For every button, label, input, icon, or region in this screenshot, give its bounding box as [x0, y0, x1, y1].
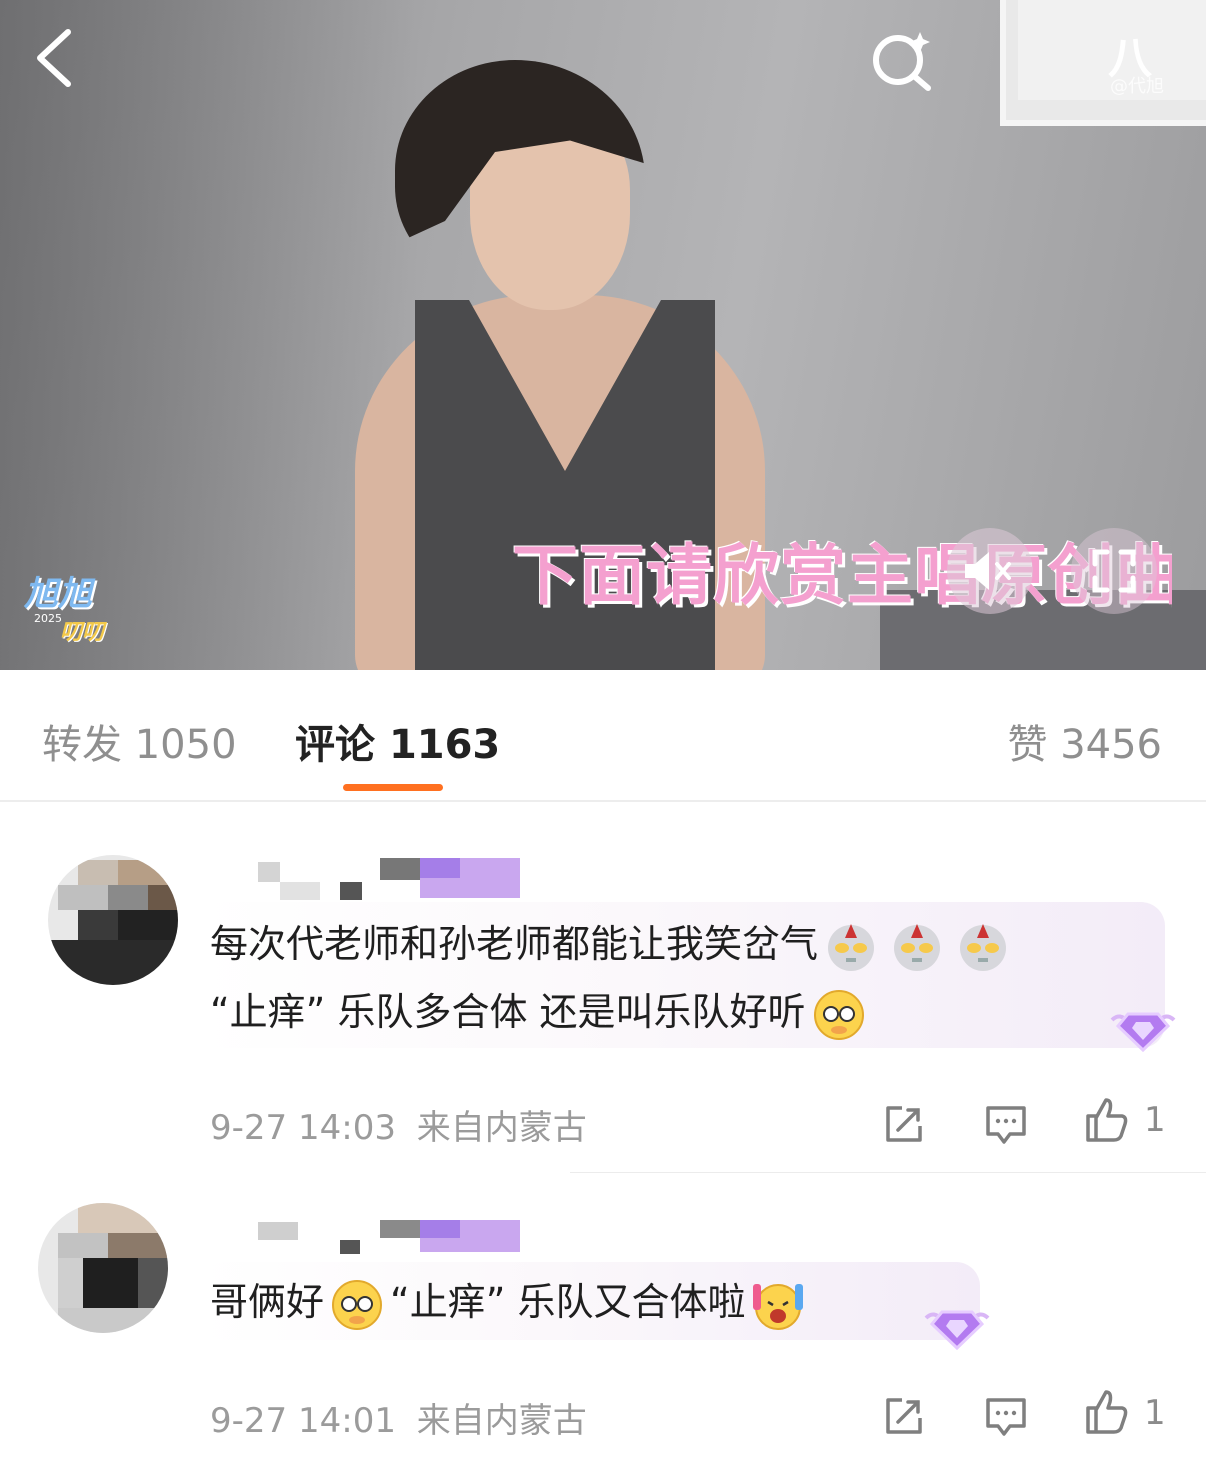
avatar-pixel [108, 885, 148, 910]
back-button[interactable] [30, 28, 80, 88]
ultraman-emoji [894, 923, 941, 971]
tab-comments-label: 评论 [295, 722, 375, 768]
tab-bar: 转发 1050 评论 1163 赞 3456 [0, 670, 1206, 802]
logo-line1: 旭旭 [24, 574, 92, 614]
reply-button[interactable] [982, 1100, 1030, 1148]
cheer-emoji [753, 1283, 804, 1330]
tab-repost-label: 转发 [42, 722, 122, 768]
comment-meta: 9-27 14:01 来自内蒙古 [210, 1393, 587, 1442]
comment-time: 9-27 14:03 [210, 1108, 396, 1148]
shy-emoji [813, 989, 864, 1040]
search-icon [873, 32, 931, 91]
comment-meta: 9-27 14:03 来自内蒙古 [210, 1100, 587, 1149]
mute-button[interactable] [947, 528, 1033, 614]
video-watermark: @代旭 [1110, 76, 1164, 97]
avatar-pixel [118, 860, 178, 885]
avatar-pixel [48, 940, 178, 985]
gem-badge-icon[interactable] [922, 1298, 992, 1354]
fullscreen-icon [1092, 549, 1136, 593]
comment-text: 每次代老师和孙老师都能让我笑岔气 “止痒” 乐队多合体 还是叫乐队好听 [210, 910, 1016, 1046]
active-tab-indicator [343, 784, 443, 791]
tab-likes-count: 3456 [1060, 722, 1162, 768]
avatar[interactable] [48, 855, 178, 985]
reply-button[interactable] [982, 1392, 1030, 1440]
share-button[interactable] [880, 1100, 928, 1148]
shy-emoji [332, 1279, 383, 1330]
tab-comments-count: 1163 [388, 722, 501, 768]
channel-logo: 旭旭 2025 叨叨 [22, 566, 142, 652]
avatar-pixel [118, 910, 178, 940]
comment-line: 还是叫乐队好听 [539, 990, 806, 1034]
comment-location: 来自内蒙古 [416, 1108, 587, 1148]
fullscreen-button[interactable] [1071, 528, 1157, 614]
avatar-pixel [78, 910, 118, 940]
like-button[interactable] [1082, 1096, 1130, 1144]
tab-repost-count: 1050 [134, 722, 237, 768]
logo-line3: 叨叨 [60, 620, 105, 645]
comment-line: 哥俩好 [210, 1280, 325, 1324]
username-redacted[interactable] [258, 1218, 523, 1262]
like-button[interactable] [1082, 1388, 1130, 1436]
ultraman-emoji [960, 923, 1007, 971]
logo-line2: 2025 [34, 612, 62, 625]
like-count: 1 [1144, 1393, 1166, 1433]
tab-likes-label: 赞 [1007, 722, 1048, 768]
search-button[interactable] [868, 26, 938, 92]
chevron-left-icon [37, 29, 71, 87]
comment-location: 来自内蒙古 [416, 1401, 587, 1441]
speaker-muted-icon [965, 552, 1011, 590]
comment-line: “止痒” 乐队又合体啦 [390, 1280, 746, 1324]
avatar[interactable] [38, 1203, 168, 1333]
comment-text: 哥俩好 “止痒” 乐队又合体啦 [210, 1268, 811, 1336]
comment-line: 每次代老师和孙老师都能让我笑岔气 [210, 922, 819, 966]
username-redacted[interactable] [258, 858, 523, 902]
tab-repost[interactable]: 转发 1050 [42, 712, 237, 770]
gem-badge-icon[interactable] [1108, 1000, 1178, 1056]
tab-likes[interactable]: 赞 3456 [1007, 712, 1162, 770]
like-count: 1 [1144, 1100, 1166, 1140]
tabs-divider [0, 800, 1206, 802]
comment-divider [570, 1172, 1206, 1173]
ultraman-emoji [828, 923, 875, 971]
tab-comments[interactable]: 评论 1163 [295, 712, 500, 770]
share-button[interactable] [880, 1392, 928, 1440]
video-player[interactable]: 八 @代旭 旭旭 2025 叨叨 下面请欣赏主唱原创曲目 [0, 0, 1206, 670]
avatar-pixel [148, 885, 178, 910]
avatar-pixel [58, 885, 108, 910]
comment-line: “止痒” 乐队多合体 [210, 990, 528, 1034]
comment-time: 9-27 14:01 [210, 1401, 396, 1441]
avatar-pixel [78, 860, 118, 885]
